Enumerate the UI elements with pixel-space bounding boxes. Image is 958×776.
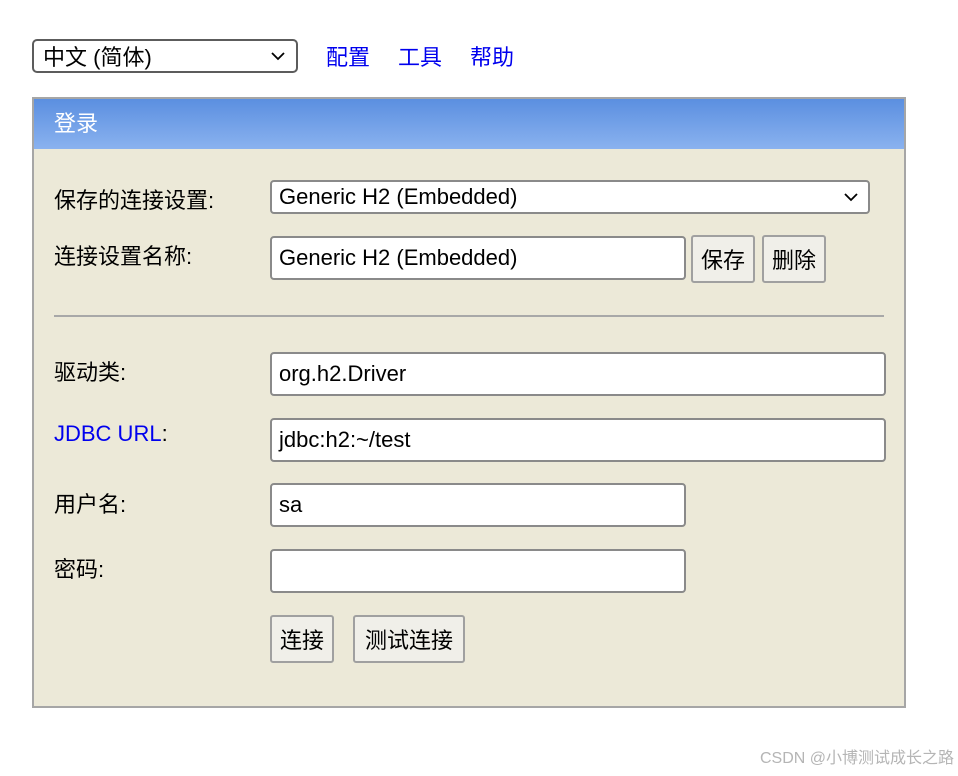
- top-bar: 中文 (简体) 配置 工具 帮助: [32, 38, 514, 74]
- saved-settings-select[interactable]: Generic H2 (Embedded): [270, 180, 870, 214]
- setting-name-label: 连接设置名称:: [54, 244, 193, 269]
- saved-settings-value: Generic H2 (Embedded): [279, 184, 518, 209]
- link-preferences[interactable]: 配置: [326, 40, 370, 72]
- driver-label: 驱动类:: [54, 360, 127, 385]
- password-label: 密码:: [54, 557, 105, 582]
- driver-class-input[interactable]: org.h2.Driver: [270, 352, 886, 396]
- link-tools[interactable]: 工具: [398, 40, 442, 72]
- jdbc-url-input[interactable]: jdbc:h2:~/test: [270, 418, 886, 462]
- divider: [54, 315, 884, 317]
- test-connection-button[interactable]: 测试连接: [353, 615, 465, 663]
- username-input[interactable]: sa: [270, 483, 686, 527]
- save-button[interactable]: 保存: [691, 235, 755, 283]
- jdbc-url-link[interactable]: JDBC URL: [54, 421, 162, 446]
- jdbc-url-colon: :: [161, 421, 168, 446]
- connect-button[interactable]: 连接: [270, 615, 334, 663]
- setting-name-input[interactable]: Generic H2 (Embedded): [270, 236, 686, 280]
- username-label: 用户名:: [54, 492, 127, 517]
- password-input[interactable]: [270, 549, 686, 593]
- panel-title: 登录: [34, 99, 904, 149]
- jdbc-url-label: JDBC URL:: [54, 421, 168, 447]
- saved-settings-label: 保存的连接设置:: [54, 188, 215, 213]
- watermark: CSDN @小博测试成长之路: [759, 750, 954, 767]
- link-help[interactable]: 帮助: [470, 40, 514, 72]
- chevron-down-icon: [270, 48, 286, 64]
- login-panel: 登录 保存的连接设置: Generic H2 (Embedded) 连接设置名称…: [32, 97, 906, 708]
- language-select[interactable]: 中文 (简体): [32, 39, 298, 73]
- chevron-down-icon: [843, 189, 859, 205]
- language-select-value: 中文 (简体): [43, 45, 152, 70]
- delete-button[interactable]: 删除: [762, 235, 826, 283]
